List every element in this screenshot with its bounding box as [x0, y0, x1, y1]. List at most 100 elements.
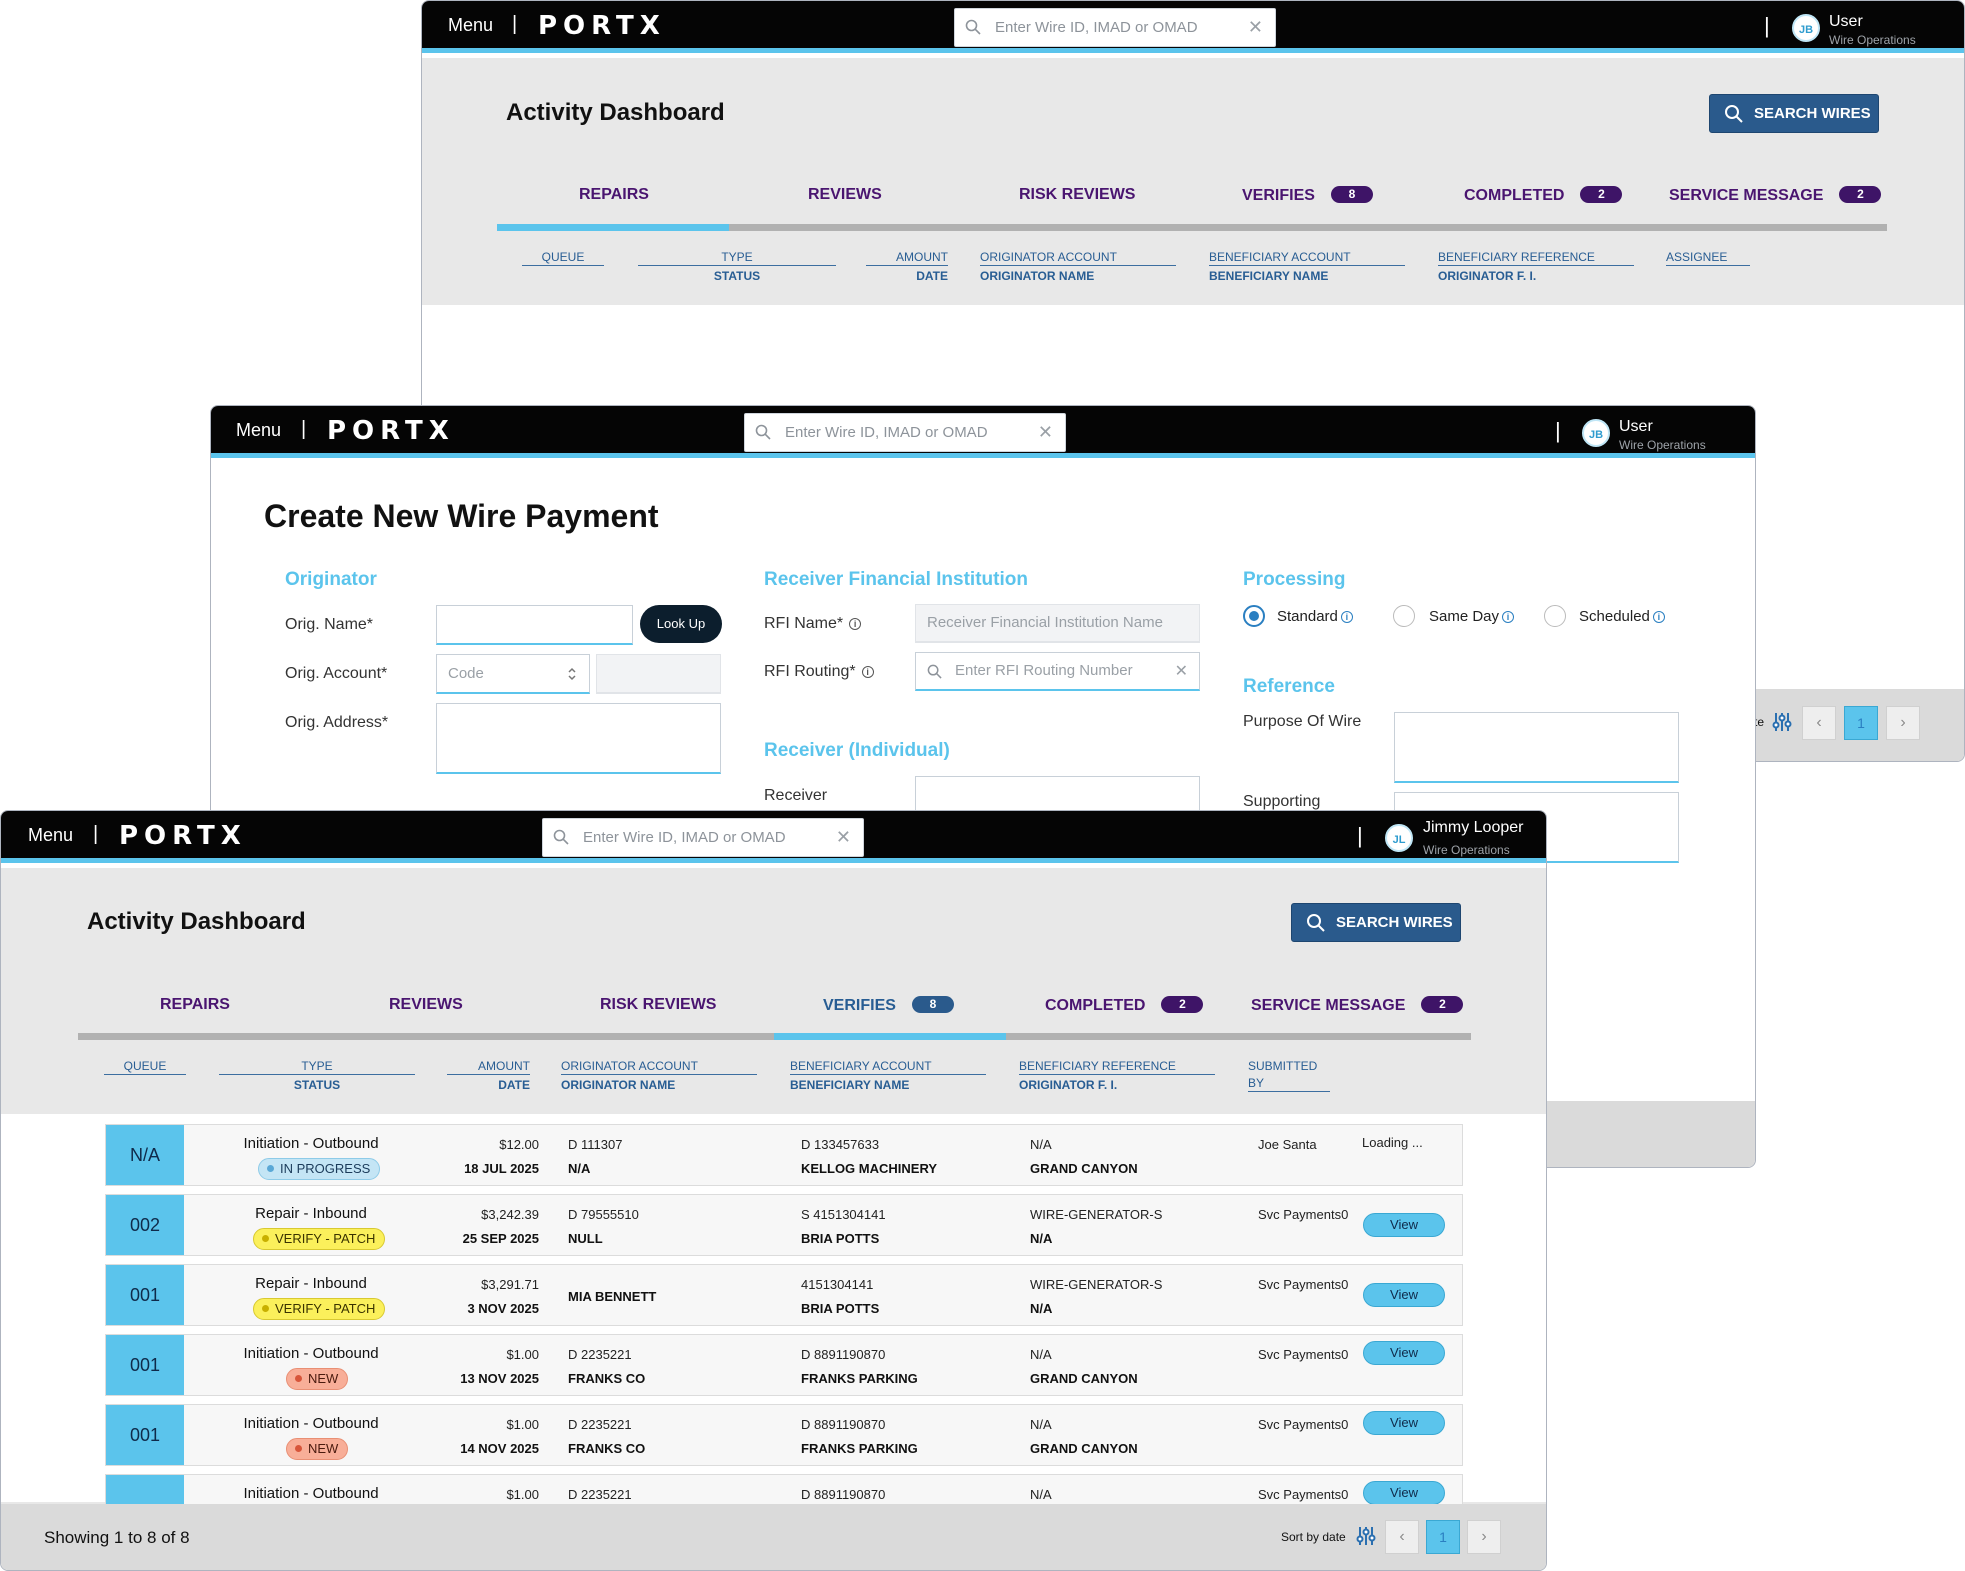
column-header-originator[interactable]: ORIGINATOR ACCOUNT ORIGINATOR NAME [561, 1059, 757, 1092]
submitted-by-cell: Svc Payments0 [1258, 1347, 1349, 1362]
view-button[interactable]: View [1363, 1213, 1445, 1237]
tab-service-message[interactable]: SERVICE MESSAGE 2 [1669, 186, 1882, 205]
count-badge: 2 [1161, 996, 1204, 1013]
menu-button[interactable]: Menu [28, 825, 73, 846]
clear-icon[interactable]: ✕ [1038, 422, 1053, 443]
view-button[interactable]: View [1363, 1341, 1445, 1365]
portx-logo[interactable]: PORTX [538, 11, 660, 41]
orig-name-field[interactable] [436, 605, 633, 645]
tab-service-message[interactable]: SERVICE MESSAGE 2 [1251, 996, 1464, 1015]
table-row[interactable]: 001 Initiation - Outbound NEW $1.00 13 NOV 2… [105, 1334, 1463, 1396]
originator-name-cell: FRANKS CO [568, 1371, 646, 1386]
portx-logo[interactable]: PORTX [327, 416, 449, 446]
rfi-name-field[interactable]: Receiver Financial Institution Name [915, 604, 1200, 643]
tab-risk-reviews[interactable]: RISK REVIEWS [1019, 186, 1135, 204]
nav-separator: | [301, 418, 307, 440]
column-header-amount[interactable]: AMOUNT DATE [447, 1059, 530, 1092]
info-icon[interactable]: i [1340, 611, 1353, 623]
menu-button[interactable]: Menu [448, 15, 493, 36]
table-row[interactable]: 001 Repair - Inbound VERIFY - PATCH $3,291.… [105, 1264, 1463, 1326]
column-header-submitted-by[interactable]: SUBMITTED BY [1248, 1059, 1330, 1092]
tab-completed[interactable]: COMPLETED 2 [1045, 996, 1204, 1015]
search-wires-button[interactable]: SEARCH WIRES [1291, 903, 1461, 942]
amount-cell: $12.00 [499, 1137, 539, 1152]
clear-icon[interactable]: ✕ [836, 827, 851, 848]
radio-scheduled[interactable] [1544, 605, 1566, 627]
avatar[interactable]: JL [1385, 824, 1413, 852]
column-header-beneficiary[interactable]: BENEFICIARY ACCOUNT BENEFICIARY NAME [1209, 250, 1405, 283]
prev-page-button[interactable]: ‹ [1385, 1520, 1419, 1554]
column-header-queue[interactable]: QUEUE [522, 250, 604, 266]
purpose-field[interactable] [1394, 712, 1679, 783]
sort-label[interactable]: Sort by date [1281, 1530, 1346, 1544]
tab-completed[interactable]: COMPLETED 2 [1464, 186, 1623, 205]
tab-reviews[interactable]: REVIEWS [389, 996, 463, 1014]
page-number[interactable]: 1 [1844, 706, 1878, 740]
radio-standard[interactable] [1243, 605, 1265, 627]
receiver-label: Receiver [764, 787, 828, 804]
wire-search-input[interactable]: Enter Wire ID, IMAD or OMAD ✕ [744, 413, 1066, 452]
wire-search-input[interactable]: Enter Wire ID, IMAD or OMAD ✕ [954, 8, 1276, 47]
beneficiary-name-cell: BRIA POTTS [801, 1301, 880, 1316]
clear-icon[interactable]: ✕ [1175, 661, 1188, 681]
rfi-routing-field[interactable]: Enter RFI Routing Number ✕ [915, 652, 1200, 691]
view-button[interactable]: View [1363, 1481, 1445, 1505]
search-wires-button[interactable]: SEARCH WIRES [1709, 94, 1879, 133]
column-header-originator[interactable]: ORIGINATOR ACCOUNT ORIGINATOR NAME [980, 250, 1176, 283]
queue-cell: 002 [106, 1195, 184, 1255]
type-cell: Initiation - Outbound [243, 1135, 379, 1152]
lookup-button[interactable]: Look Up [640, 605, 722, 643]
logo-x: X [220, 821, 241, 851]
user-name: User [1619, 418, 1653, 435]
tab-repairs[interactable]: REPAIRS [579, 186, 649, 204]
tab-reviews[interactable]: REVIEWS [808, 186, 882, 204]
prev-page-button[interactable]: ‹ [1802, 706, 1836, 740]
table-row[interactable]: N/A Initiation - Outbound IN PROGRESS $12.0… [105, 1124, 1463, 1186]
wire-search-input[interactable]: Enter Wire ID, IMAD or OMAD ✕ [542, 818, 864, 857]
table-row[interactable]: 001 Initiation - Outbound NEW $1.00 14 NOV 2… [105, 1404, 1463, 1466]
avatar[interactable]: JB [1792, 14, 1820, 42]
tab-repairs[interactable]: REPAIRS [160, 996, 230, 1014]
sort-filter-icon[interactable] [1356, 1525, 1376, 1547]
column-header-beneficiary[interactable]: BENEFICIARY ACCOUNT BENEFICIARY NAME [790, 1059, 986, 1092]
count-badge: 2 [1839, 186, 1882, 203]
next-page-button[interactable]: › [1886, 706, 1920, 740]
beneficiary-name-cell: BRIA POTTS [801, 1231, 880, 1246]
view-button[interactable]: View [1363, 1411, 1445, 1435]
column-header-type[interactable]: TYPE STATUS [638, 250, 836, 283]
portx-logo[interactable]: PORTX [119, 821, 241, 851]
sort-filter-icon[interactable] [1772, 711, 1792, 733]
tab-verifies[interactable]: VERIFIES 8 [1242, 186, 1373, 205]
column-header-amount[interactable]: AMOUNT DATE [866, 250, 948, 283]
column-header-reference[interactable]: BENEFICIARY REFERENCE ORIGINATOR F. I. [1019, 1059, 1215, 1092]
column-header-assignee[interactable]: ASSIGNEE [1666, 250, 1750, 266]
orig-account-code-select[interactable]: Code [436, 654, 590, 694]
tab-risk-reviews[interactable]: RISK REVIEWS [600, 996, 716, 1014]
column-header-queue[interactable]: QUEUE [104, 1059, 186, 1075]
tab-verifies[interactable]: VERIFIES 8 [823, 996, 954, 1015]
top-nav-bar: Menu | PORTX Enter Wire ID, IMAD or OMAD… [211, 406, 1755, 458]
avatar[interactable]: JB [1582, 419, 1610, 447]
info-icon[interactable]: i [849, 618, 862, 630]
amount-cell: $1.00 [506, 1347, 539, 1362]
page-number[interactable]: 1 [1426, 1520, 1460, 1554]
view-button[interactable]: View [1363, 1283, 1445, 1307]
radio-same-day[interactable] [1393, 605, 1415, 627]
column-header-reference[interactable]: BENEFICIARY REFERENCE ORIGINATOR F. I. [1438, 250, 1634, 283]
menu-button[interactable]: Menu [236, 420, 281, 441]
pagination-footer: Showing 1 to 8 of 8 Sort by date ‹ 1 › [1, 1504, 1546, 1570]
beneficiary-reference-cell: N/A [1030, 1417, 1052, 1432]
clear-icon[interactable]: ✕ [1248, 17, 1263, 38]
type-cell: Repair - Inbound [255, 1205, 367, 1222]
info-icon[interactable]: i [861, 666, 874, 678]
originator-fi-cell: GRAND CANYON [1030, 1371, 1138, 1386]
user-role: Wire Operations [1829, 33, 1916, 47]
info-icon[interactable]: i [1652, 611, 1665, 623]
table-row[interactable]: 002 Repair - Inbound VERIFY - PATCH $3,242.… [105, 1194, 1463, 1256]
results-count: Showing 1 to 8 of 8 [44, 1528, 190, 1547]
next-page-button[interactable]: › [1467, 1520, 1501, 1554]
orig-address-field[interactable] [436, 703, 721, 774]
column-header-type[interactable]: TYPE STATUS [219, 1059, 415, 1092]
info-icon[interactable]: i [1502, 611, 1515, 623]
orig-account-number-field[interactable] [596, 654, 721, 694]
